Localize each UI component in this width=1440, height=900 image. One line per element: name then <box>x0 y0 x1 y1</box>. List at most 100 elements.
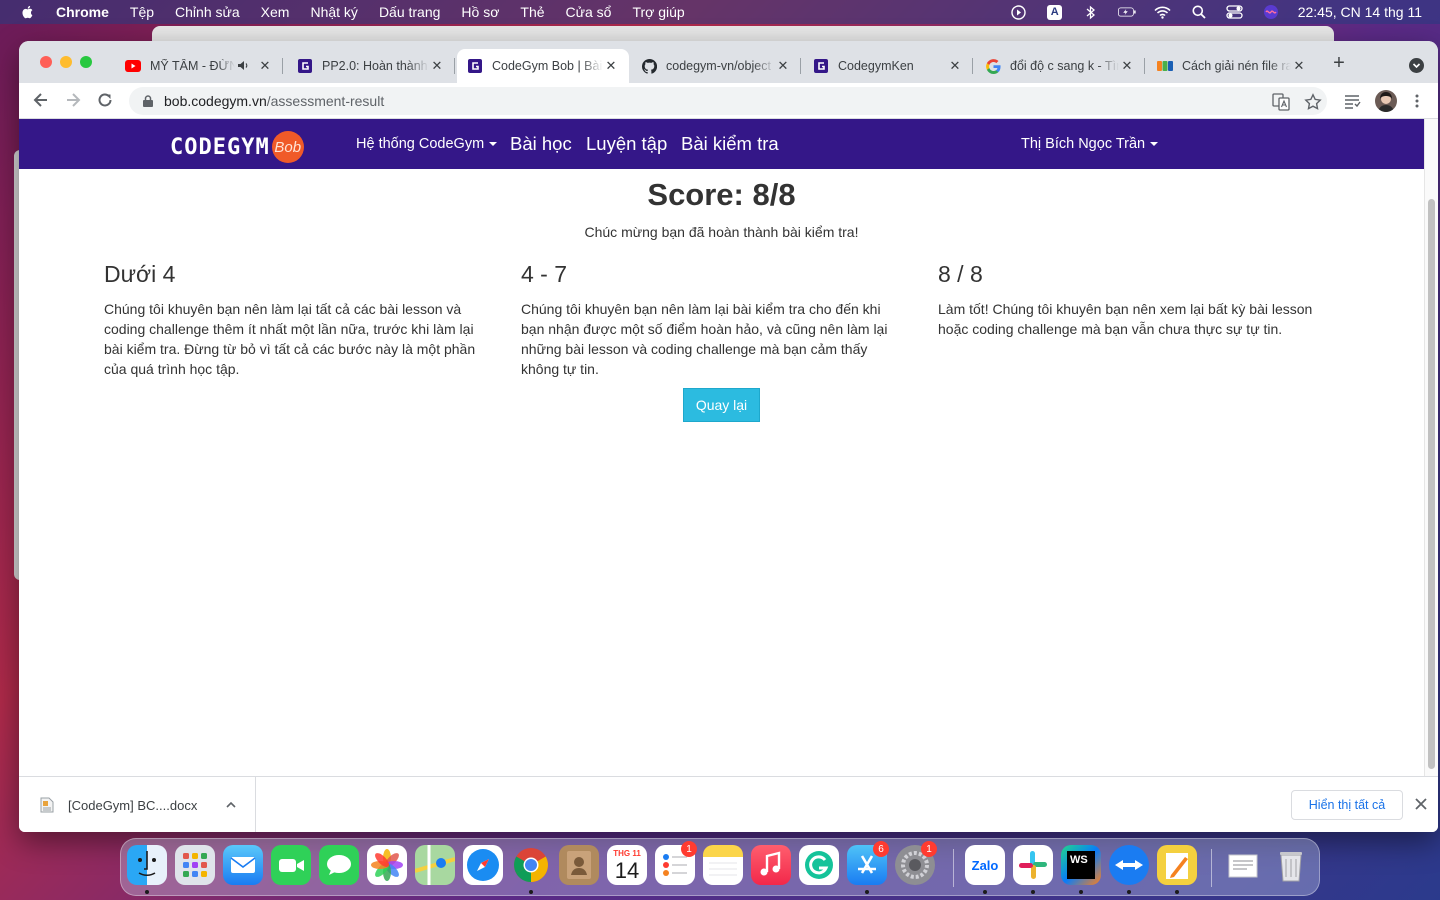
menu-tab[interactable]: Thẻ <box>520 4 544 20</box>
wifi-icon[interactable] <box>1154 4 1172 20</box>
tab-close-icon[interactable]: ✕ <box>429 58 445 74</box>
nav-tests[interactable]: Bài kiểm tra <box>681 119 779 169</box>
forward-icon[interactable] <box>63 91 83 111</box>
tab-separator <box>800 58 801 74</box>
window-zoom-button[interactable] <box>80 56 92 68</box>
safari-icon[interactable] <box>463 845 503 885</box>
chrome-menu-icon[interactable] <box>1409 93 1425 109</box>
download-item[interactable]: [CodeGym] BC....docx <box>19 777 256 832</box>
scrollbar-thumb[interactable] <box>1428 199 1435 769</box>
tab-close-icon[interactable]: ✕ <box>603 58 619 74</box>
teamviewer-icon[interactable] <box>1109 845 1149 885</box>
menu-help[interactable]: Trợ giúp <box>632 4 684 20</box>
grammarly-icon[interactable] <box>799 845 839 885</box>
tab-audio-icon[interactable] <box>235 59 251 74</box>
tab-google-search[interactable]: đổi độ c sang k - Tìm trên Google ✕ <box>975 49 1145 83</box>
menu-file[interactable]: Tệp <box>130 4 154 20</box>
zalo-icon[interactable]: Zalo <box>965 845 1005 885</box>
menu-view[interactable]: Xem <box>261 4 290 20</box>
maps-icon[interactable] <box>415 845 455 885</box>
close-icon[interactable] <box>1413 796 1429 812</box>
nav-practice[interactable]: Luyện tập <box>586 119 667 169</box>
menu-edit[interactable]: Chỉnh sửa <box>175 4 240 20</box>
tab-separator <box>972 58 973 74</box>
tab-github[interactable]: codegym-vn/object ✕ <box>631 49 801 83</box>
advice-heading: Dưới 4 <box>104 261 176 287</box>
facetime-icon[interactable] <box>271 845 311 885</box>
contacts-icon[interactable] <box>559 845 599 885</box>
finder-icon[interactable] <box>127 845 167 885</box>
menu-window[interactable]: Cửa sổ <box>566 4 612 20</box>
lock-icon[interactable] <box>143 95 153 107</box>
back-button[interactable]: Quay lại <box>683 388 760 422</box>
tab-mytam[interactable]: MỸ TÂM - ĐỪNG HỎI EM ✕ <box>115 49 283 83</box>
dock-separator <box>953 849 954 887</box>
menu-app-chrome[interactable]: Chrome <box>56 4 109 20</box>
reading-list-icon[interactable] <box>1343 92 1361 110</box>
notes-icon[interactable] <box>703 845 743 885</box>
webstorm-icon[interactable]: WS <box>1061 845 1101 885</box>
calendar-icon[interactable]: THG 11 14 <box>607 845 647 885</box>
window-minimize-button[interactable] <box>60 56 72 68</box>
window-close-button[interactable] <box>40 56 52 68</box>
menubar-clock[interactable]: 22:45, CN 14 thg 11 <box>1298 4 1422 20</box>
web-page: CODEGYM Bob Hệ thống CodeGym Bài học Luy… <box>19 119 1424 776</box>
tab-close-icon[interactable]: ✕ <box>1291 58 1307 74</box>
tab-close-icon[interactable]: ✕ <box>1119 58 1135 74</box>
dock-running-indicator <box>1175 890 1179 894</box>
address-bar[interactable]: bob.codegym.vn/assessment-result <box>129 87 1327 115</box>
pages-icon[interactable] <box>1157 845 1197 885</box>
site-navbar: CODEGYM Bob Hệ thống CodeGym Bài học Luy… <box>19 119 1424 169</box>
tab-close-icon[interactable]: ✕ <box>775 58 791 74</box>
apple-menu-icon[interactable] <box>20 4 36 20</box>
user-name: Thị Bích Ngọc Trần <box>1021 136 1146 152</box>
tab-close-icon[interactable]: ✕ <box>947 58 963 74</box>
downloads-stack-icon[interactable] <box>1223 845 1263 885</box>
page-scrollbar[interactable] <box>1424 119 1438 776</box>
bluetooth-icon[interactable] <box>1082 4 1100 20</box>
menu-bookmarks[interactable]: Dấu trang <box>379 4 440 20</box>
screen-record-icon[interactable] <box>1010 4 1028 20</box>
music-icon[interactable] <box>751 845 791 885</box>
codegym-bob-logo[interactable]: CODEGYM Bob <box>170 131 304 163</box>
tab-giai-nen-rar[interactable]: Cách giải nén file rar ✕ <box>1147 49 1317 83</box>
caret-down-icon <box>1150 142 1159 146</box>
new-tab-button[interactable]: + <box>1329 53 1349 74</box>
nav-lessons[interactable]: Bài học <box>510 119 572 169</box>
tab-close-icon[interactable]: ✕ <box>257 58 273 74</box>
messages-icon[interactable] <box>319 845 359 885</box>
control-center-icon[interactable] <box>1226 4 1244 20</box>
chevron-up-icon[interactable] <box>224 798 238 812</box>
profile-avatar[interactable] <box>1375 90 1397 112</box>
mail-icon[interactable] <box>223 845 263 885</box>
show-all-downloads-button[interactable]: Hiển thị tất cả <box>1291 790 1403 820</box>
menubar-status-area: A 22:45, CN 14 thg 11 <box>1010 0 1422 24</box>
advice-column-under-4: Dưới 4 Chúng tôi khuyên bạn nên làm lại … <box>104 261 489 379</box>
tab-strip: MỸ TÂM - ĐỪNG HỎI EM ✕ PP2.0: Hoàn thành… <box>19 41 1438 83</box>
browser-toolbar: bob.codegym.vn/assessment-result <box>19 83 1438 119</box>
spotlight-search-icon[interactable] <box>1190 4 1208 20</box>
tab-codegym-bob-active[interactable]: CodeGym Bob | Bài kiểm tra ✕ <box>457 49 629 83</box>
fpt-icon <box>1157 58 1173 74</box>
tab-pp2[interactable]: PP2.0: Hoàn thành ✕ <box>287 49 455 83</box>
tab-title: CodeGym Bob | Bài kiểm tra <box>492 59 603 73</box>
macos-dock: THG 11 14 1 6 1 Zalo WS <box>120 838 1320 896</box>
slack-icon[interactable] <box>1013 845 1053 885</box>
trash-icon[interactable] <box>1271 845 1311 885</box>
translate-icon[interactable] <box>1272 93 1290 111</box>
bookmark-star-icon[interactable] <box>1304 93 1322 111</box>
battery-icon[interactable] <box>1117 4 1136 20</box>
menu-profiles[interactable]: Hồ sơ <box>461 4 499 20</box>
chrome-icon[interactable] <box>511 845 551 885</box>
input-source-icon[interactable]: A <box>1046 4 1064 20</box>
back-icon[interactable] <box>31 91 51 111</box>
photos-icon[interactable] <box>367 845 407 885</box>
nav-codegym-system-dropdown[interactable]: Hệ thống CodeGym <box>356 119 498 169</box>
tab-search-icon[interactable] <box>1409 58 1424 73</box>
reload-icon[interactable] <box>95 91 115 111</box>
siri-icon[interactable] <box>1262 4 1280 20</box>
launchpad-icon[interactable] <box>175 845 215 885</box>
menu-history[interactable]: Nhật ký <box>310 4 357 20</box>
tab-codegymken[interactable]: CodegymKen ✕ <box>803 49 973 83</box>
nav-user-dropdown[interactable]: Thị Bích Ngọc Trần <box>1021 119 1159 169</box>
